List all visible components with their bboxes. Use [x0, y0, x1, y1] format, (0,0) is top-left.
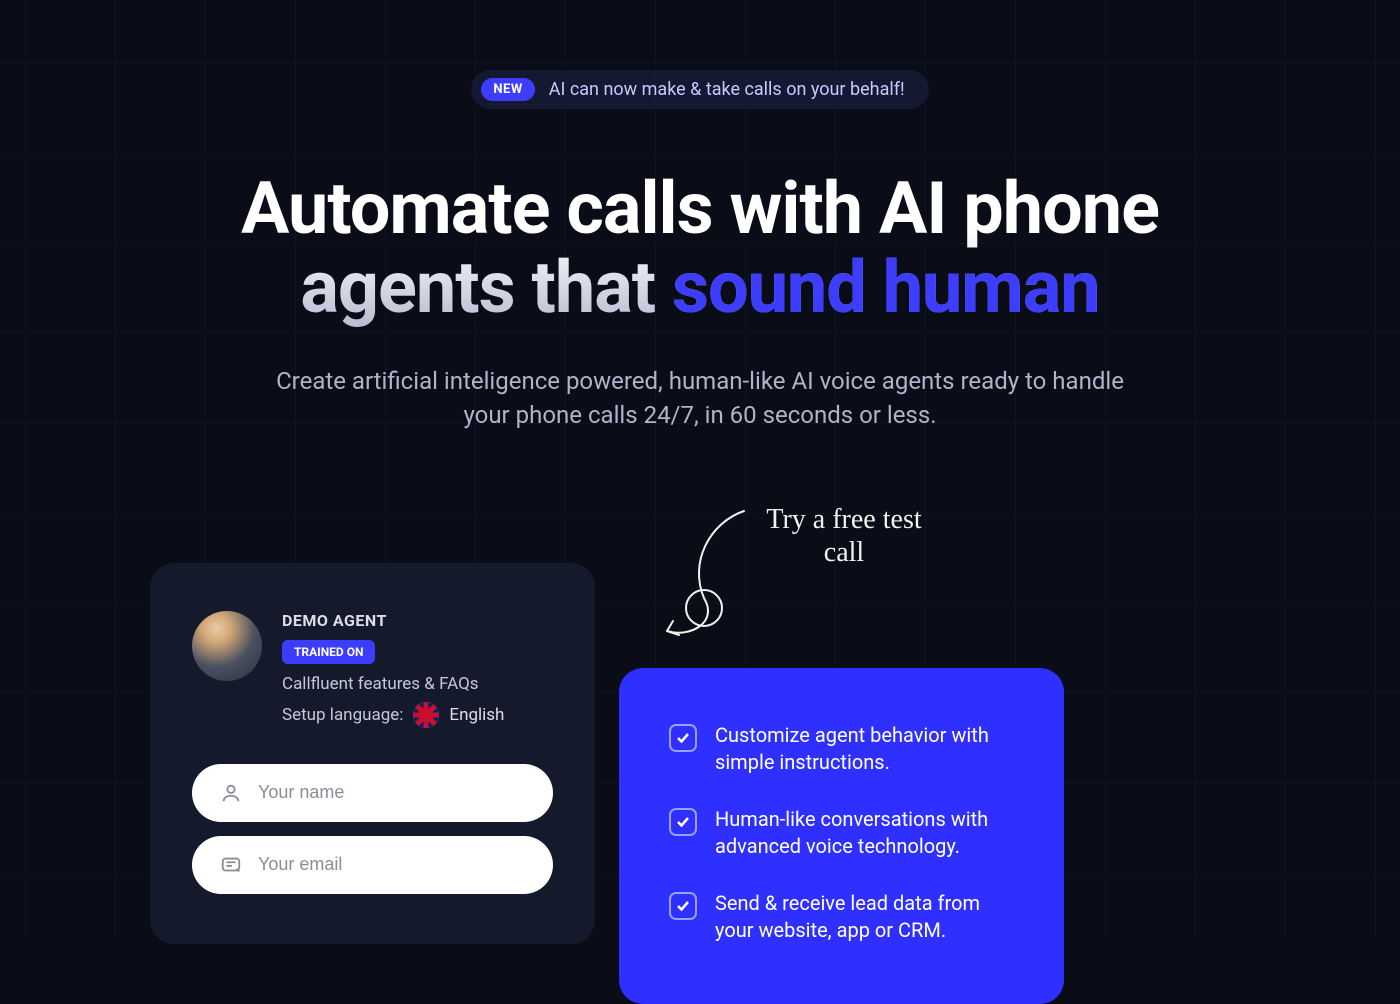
setup-language-value: English — [449, 705, 504, 725]
check-icon — [669, 808, 697, 836]
feature-row: Human-like conversations with advanced v… — [669, 806, 1014, 860]
message-icon — [220, 854, 242, 876]
email-input-wrapper[interactable] — [192, 836, 553, 894]
feature-text: Send & receive lead data from your websi… — [715, 890, 1014, 944]
uk-flag-icon — [413, 702, 439, 728]
feature-row: Send & receive lead data from your websi… — [669, 890, 1014, 944]
name-input-wrapper[interactable] — [192, 764, 553, 822]
new-badge: NEW — [481, 78, 534, 101]
hero-title: Automate calls with AI phone agents that… — [150, 169, 1250, 327]
features-card: Customize agent behavior with simple ins… — [619, 668, 1064, 1004]
demo-agent-avatar — [192, 611, 262, 681]
check-icon — [669, 892, 697, 920]
name-input[interactable] — [258, 782, 525, 803]
feature-text: Human-like conversations with advanced v… — [715, 806, 1014, 860]
trained-on-text: Callfluent features & FAQs — [282, 674, 553, 694]
hero-title-accent: sound human — [672, 245, 1100, 330]
setup-language-label: Setup language: — [282, 705, 403, 725]
try-free-call-label: Try a free test call — [754, 503, 934, 570]
trained-on-badge: TRAINED ON — [282, 640, 375, 664]
hero-subtitle: Create artificial inteligence powered, h… — [270, 365, 1130, 432]
check-icon — [669, 724, 697, 752]
feature-text: Customize agent behavior with simple ins… — [715, 722, 1014, 776]
announcement-text: AI can now make & take calls on your beh… — [549, 79, 905, 100]
user-icon — [220, 782, 242, 804]
email-input[interactable] — [258, 854, 525, 875]
handdrawn-arrow-icon — [649, 503, 759, 653]
demo-agent-label: DEMO AGENT — [282, 611, 553, 630]
feature-row: Customize agent behavior with simple ins… — [669, 722, 1014, 776]
demo-agent-card: DEMO AGENT TRAINED ON Callfluent feature… — [150, 563, 595, 944]
announcement-pill[interactable]: NEW AI can now make & take calls on your… — [471, 70, 928, 109]
